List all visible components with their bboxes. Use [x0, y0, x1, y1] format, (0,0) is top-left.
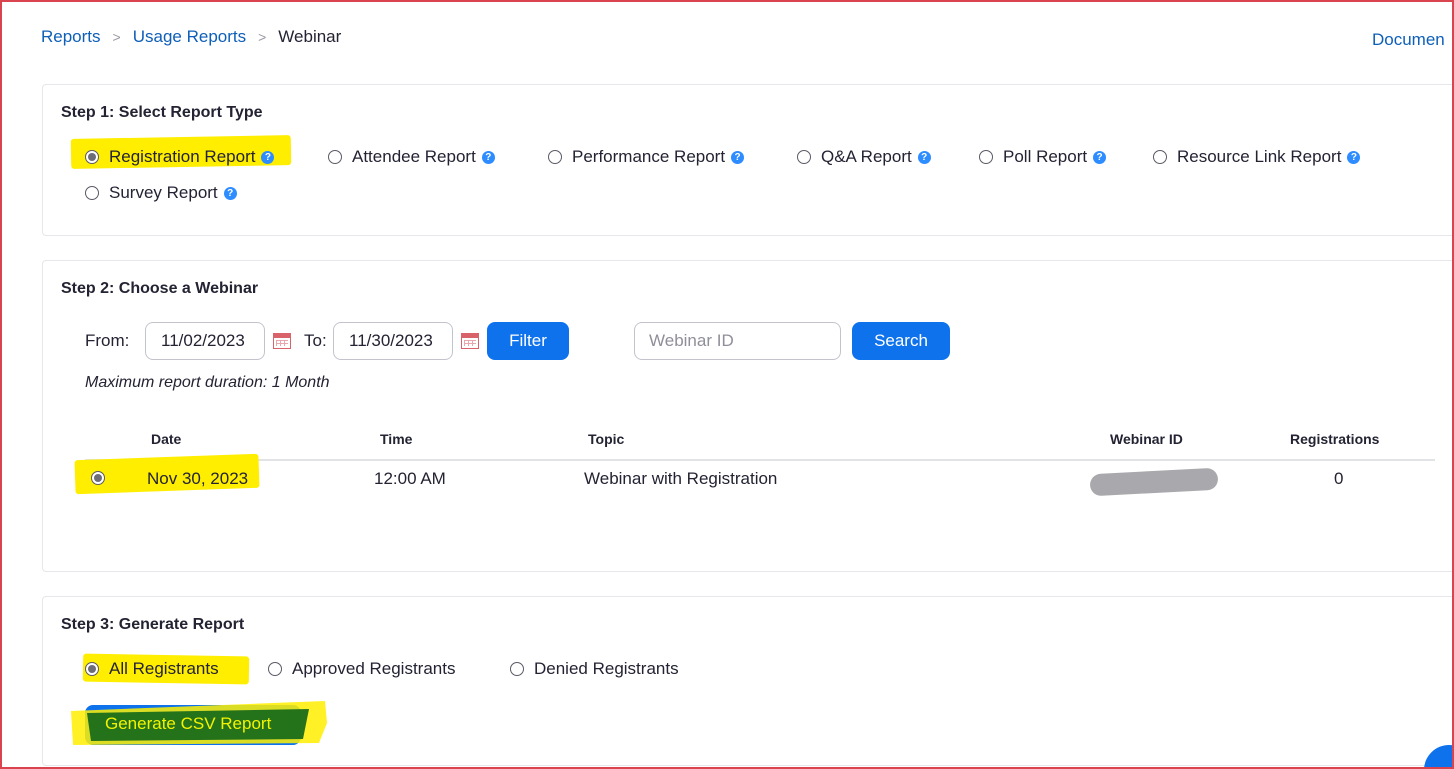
cell-registrations: 0 [1334, 469, 1344, 488]
radio-select-webinar[interactable] [91, 471, 105, 485]
column-header-time: Time [380, 431, 413, 447]
search-button[interactable]: Search [852, 322, 950, 360]
breadcrumb: Reports > Usage Reports > Webinar [41, 27, 341, 47]
calendar-icon[interactable] [461, 333, 479, 349]
filter-button[interactable]: Filter [487, 322, 569, 360]
breadcrumb-reports-link[interactable]: Reports [41, 27, 101, 47]
column-header-date: Date [151, 431, 182, 447]
table-header-divider [85, 459, 1435, 461]
webinar-id-input[interactable] [634, 322, 841, 360]
step3-title: Step 3: Generate Report [61, 616, 245, 633]
step2-title: Step 2: Choose a Webinar [61, 280, 259, 297]
cell-topic: Webinar with Registration [584, 469, 778, 488]
cell-date: Nov 30, 2023 [147, 469, 249, 488]
column-header-webinar-id: Webinar ID [1110, 431, 1183, 447]
column-header-registrations: Registrations [1290, 431, 1380, 447]
breadcrumb-current: Webinar [278, 27, 342, 46]
documentation-link[interactable]: Documen [1372, 30, 1445, 50]
step2-panel: Step 2: Choose a Webinar From: 11/02/202… [42, 260, 1454, 572]
duration-note: Maximum report duration: 1 Month [85, 374, 330, 391]
help-icon[interactable]: ? [261, 150, 275, 164]
to-date-input[interactable]: 11/30/2023 [333, 322, 453, 360]
registrant-option-all[interactable]: All Registrants [85, 659, 1454, 679]
radio-all-registrants[interactable] [85, 662, 99, 676]
generate-csv-label: Generate CSV Report [105, 714, 272, 733]
report-type-label: Registration Report [109, 147, 256, 166]
breadcrumb-usage-reports-link[interactable]: Usage Reports [133, 27, 246, 47]
registrant-option-label: All Registrants [109, 659, 219, 678]
radio-registration-report[interactable] [85, 150, 99, 164]
breadcrumb-separator: > [258, 29, 267, 45]
report-type-label: Survey Report [109, 183, 218, 202]
step1-title: Step 1: Select Report Type [61, 104, 263, 121]
radio-survey-report[interactable] [85, 186, 99, 200]
column-header-topic: Topic [588, 431, 625, 447]
step1-panel: Step 1: Select Report Type Registration … [42, 84, 1454, 236]
step3-panel: Step 3: Generate Report All Registrants … [42, 596, 1454, 766]
calendar-icon[interactable] [273, 333, 291, 349]
cell-time: 12:00 AM [374, 469, 446, 488]
help-icon[interactable]: ? [223, 186, 237, 200]
to-label: To: [304, 331, 327, 350]
from-date-input[interactable]: 11/02/2023 [145, 322, 265, 360]
breadcrumb-separator: > [112, 29, 121, 45]
report-type-survey[interactable]: Survey Report ? [85, 183, 237, 203]
redacted-webinar-id [1089, 467, 1219, 497]
report-type-registration[interactable]: Registration Report ? [85, 147, 1454, 167]
from-label: From: [85, 331, 130, 350]
